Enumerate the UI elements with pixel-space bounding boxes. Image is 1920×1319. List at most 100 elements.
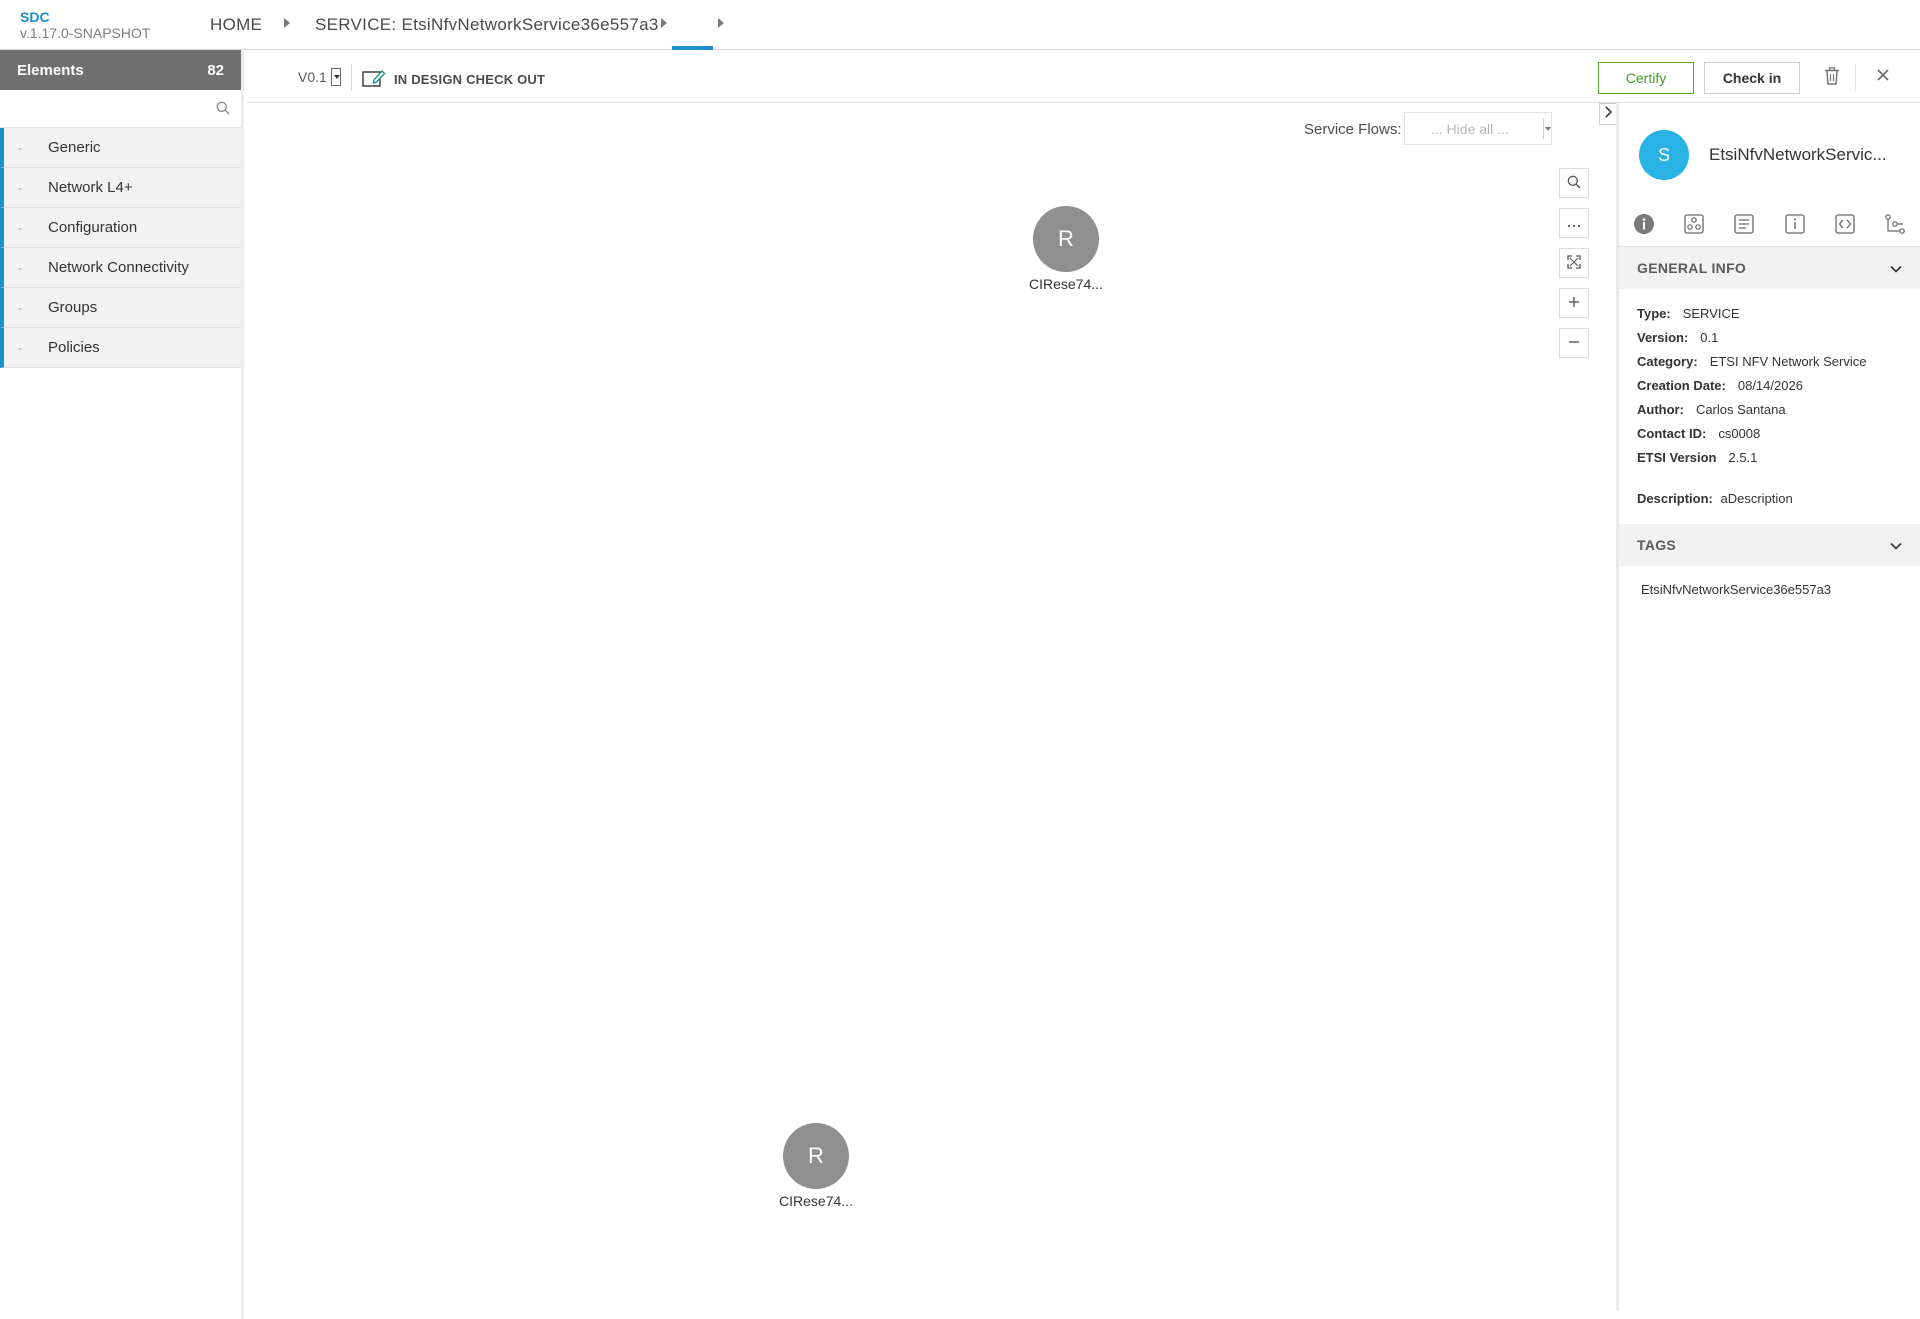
composition-icon xyxy=(1684,214,1704,239)
lifecycle-status: IN DESIGN CHECK OUT xyxy=(362,69,545,90)
checkin-button[interactable]: Check in xyxy=(1704,62,1800,94)
node-icon[interactable]: R xyxy=(1033,206,1099,272)
elements-palette: Elements 82 - Generic - Network L4+ - Co… xyxy=(0,50,244,1319)
certify-button[interactable]: Certify xyxy=(1598,62,1694,94)
category-label: Policies xyxy=(48,339,100,356)
properties-icon xyxy=(1784,214,1805,239)
info-row-contact-id: Contact ID: cs0008 xyxy=(1637,421,1902,445)
chevron-down-icon xyxy=(1543,119,1551,139)
tags-title: TAGS xyxy=(1637,537,1677,553)
description-value: aDescription xyxy=(1720,491,1793,506)
info-value: SERVICE xyxy=(1682,305,1740,321)
elements-search-input[interactable] xyxy=(0,90,241,127)
chevron-down-icon[interactable] xyxy=(1890,537,1902,553)
info-key: ETSI Version xyxy=(1637,449,1717,465)
info-value: 08/14/2026 xyxy=(1737,377,1803,393)
fit-to-screen-button[interactable] xyxy=(1559,248,1589,278)
app-version: v.1.17.0-SNAPSHOT xyxy=(20,25,151,41)
category-generic[interactable]: - Generic xyxy=(0,128,241,168)
zoom-in-button[interactable] xyxy=(1559,288,1589,318)
collapse-panel-button[interactable] xyxy=(1599,103,1616,125)
service-flows-value: ... Hide all ... xyxy=(1431,120,1509,137)
category-label: Network L4+ xyxy=(48,179,133,196)
close-icon[interactable] xyxy=(1875,67,1891,88)
breadcrumb-arrow-icon[interactable] xyxy=(718,18,724,28)
info-icon xyxy=(1633,213,1655,240)
category-collapse-icon: - xyxy=(18,140,22,155)
category-collapse-icon: - xyxy=(18,260,22,275)
info-row-category: Category: ETSI NFV Network Service xyxy=(1637,349,1902,373)
version-value: V0.1 xyxy=(298,69,327,85)
composition-canvas[interactable]: Service Flows: ... Hide all ... R CIRese… xyxy=(247,103,1616,1310)
status-text: IN DESIGN CHECK OUT xyxy=(394,72,546,87)
category-network-connectivity[interactable]: - Network Connectivity xyxy=(0,248,241,288)
info-key: Creation Date: xyxy=(1637,377,1726,393)
info-value: Carlos Santana xyxy=(1695,401,1786,417)
breadcrumb-service[interactable]: SERVICE: EtsiNfvNetworkService36e557a3 xyxy=(315,15,659,35)
chevron-right-icon xyxy=(1604,105,1613,123)
service-paths-icon xyxy=(1884,214,1906,239)
elements-title: Elements xyxy=(17,61,84,79)
elements-header: Elements 82 xyxy=(0,50,241,90)
category-network-l4[interactable]: - Network L4+ xyxy=(0,168,241,208)
trash-icon[interactable] xyxy=(1824,67,1840,90)
info-row-creation-date: Creation Date: 08/14/2026 xyxy=(1637,373,1902,397)
tag-item: EtsiNfvNetworkService36e557a3 xyxy=(1641,582,1832,597)
document-icon xyxy=(1734,214,1755,239)
category-label: Groups xyxy=(48,299,98,316)
info-value: 0.1 xyxy=(1700,329,1719,345)
tab-deployment-artifacts[interactable] xyxy=(1719,207,1769,246)
category-collapse-icon: - xyxy=(18,300,22,315)
tab-general-info[interactable] xyxy=(1619,207,1669,246)
info-value: 2.5.1 xyxy=(1728,449,1758,465)
canvas-node[interactable]: R CIRese74... xyxy=(771,1123,861,1209)
toolbar-divider xyxy=(1855,64,1856,91)
tab-properties[interactable] xyxy=(1770,207,1820,246)
zoom-out-button[interactable] xyxy=(1559,328,1589,358)
canvas-more-button[interactable] xyxy=(1559,208,1589,238)
chevron-down-icon[interactable] xyxy=(1890,260,1902,276)
tab-api[interactable] xyxy=(1820,207,1870,246)
category-label: Generic xyxy=(48,139,101,156)
canvas-node[interactable]: R CIRese74... xyxy=(1021,206,1111,292)
search-icon[interactable] xyxy=(216,101,230,120)
info-row-type: Type: SERVICE xyxy=(1637,301,1902,325)
elements-count: 82 xyxy=(207,61,224,79)
more-icon xyxy=(1567,215,1581,231)
details-tabs xyxy=(1619,207,1920,247)
category-policies[interactable]: - Policies xyxy=(0,328,241,368)
category-groups[interactable]: - Groups xyxy=(0,288,241,328)
info-value: ETSI NFV Network Service xyxy=(1709,353,1867,369)
service-flows-select[interactable]: ... Hide all ... xyxy=(1404,112,1552,145)
service-flows-label: Service Flows: xyxy=(1304,121,1402,138)
general-info-header[interactable]: GENERAL INFO xyxy=(1619,247,1920,289)
details-title: EtsiNfvNetworkServic... xyxy=(1709,145,1887,164)
info-key: Category: xyxy=(1637,353,1698,369)
general-info-body: Type: SERVICE Version: 0.1 Category: ETS… xyxy=(1619,289,1920,477)
tab-composition[interactable] xyxy=(1669,207,1719,246)
description-key: Description: xyxy=(1637,491,1713,506)
details-header: S EtsiNfvNetworkServic... xyxy=(1619,103,1920,207)
app-brand[interactable]: SDC v.1.17.0-SNAPSHOT xyxy=(20,9,150,42)
description: Description: aDescription xyxy=(1619,477,1920,524)
category-label: Network Connectivity xyxy=(48,259,189,276)
tags-header[interactable]: TAGS xyxy=(1619,524,1920,566)
category-collapse-icon: - xyxy=(18,340,22,355)
canvas-search-button[interactable] xyxy=(1559,168,1589,198)
version-select[interactable]: V0.1 xyxy=(298,68,341,86)
workspace-toolbar: V0.1 IN DESIGN CHECK OUT Certify Check i… xyxy=(247,50,1920,103)
node-label: CIRese74... xyxy=(779,1193,853,1209)
info-key: Author: xyxy=(1637,401,1684,417)
elements-search xyxy=(0,90,241,128)
category-collapse-icon: - xyxy=(18,220,22,235)
tab-service-paths[interactable] xyxy=(1870,207,1920,246)
category-configuration[interactable]: - Configuration xyxy=(0,208,241,248)
info-key: Version: xyxy=(1637,329,1689,345)
breadcrumb-arrow-icon[interactable] xyxy=(284,18,290,28)
breadcrumb-home[interactable]: HOME xyxy=(210,15,262,35)
app-name: SDC xyxy=(20,9,50,25)
details-panel: S EtsiNfvNetworkServic... GENERAL INFO T… xyxy=(1616,103,1920,1310)
node-icon[interactable]: R xyxy=(783,1123,849,1189)
breadcrumb-arrow-icon[interactable] xyxy=(661,18,667,28)
category-label: Configuration xyxy=(48,219,138,236)
